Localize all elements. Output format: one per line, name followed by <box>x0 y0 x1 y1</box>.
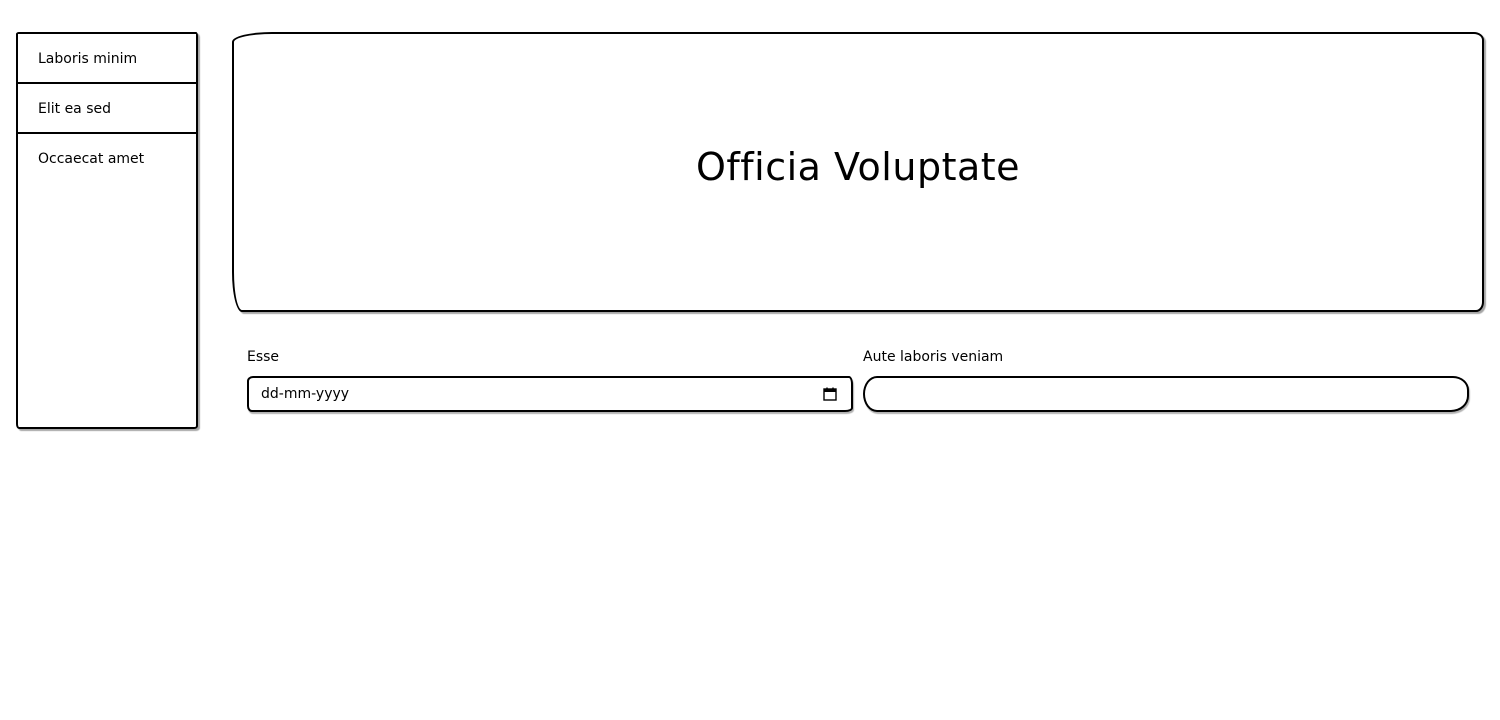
esse-date-input[interactable]: dd-mm-yyyy <box>247 376 853 412</box>
sidebar: Laboris minim Elit ea sed Occaecat amet <box>16 32 198 429</box>
page: Laboris minim Elit ea sed Occaecat amet … <box>0 0 1500 720</box>
hero-title: Officia Voluptate <box>695 145 1021 189</box>
esse-date-placeholder: dd-mm-yyyy <box>261 386 350 402</box>
esse-field-group: Esse dd-mm-yyyy <box>247 346 853 412</box>
sidebar-item-elit-ea-sed[interactable]: Elit ea sed <box>18 84 196 134</box>
aute-field-group: Aute laboris veniam <box>863 346 1469 412</box>
aute-text-input[interactable] <box>863 376 1469 412</box>
aute-label: Aute laboris veniam <box>863 349 1004 365</box>
calendar-icon[interactable] <box>819 383 841 405</box>
sidebar-item-laboris-minim[interactable]: Laboris minim <box>18 34 196 84</box>
sidebar-item-occaecat-amet[interactable]: Occaecat amet <box>18 134 196 184</box>
esse-label: Esse <box>247 349 280 365</box>
hero-banner: Officia Voluptate <box>232 32 1484 312</box>
